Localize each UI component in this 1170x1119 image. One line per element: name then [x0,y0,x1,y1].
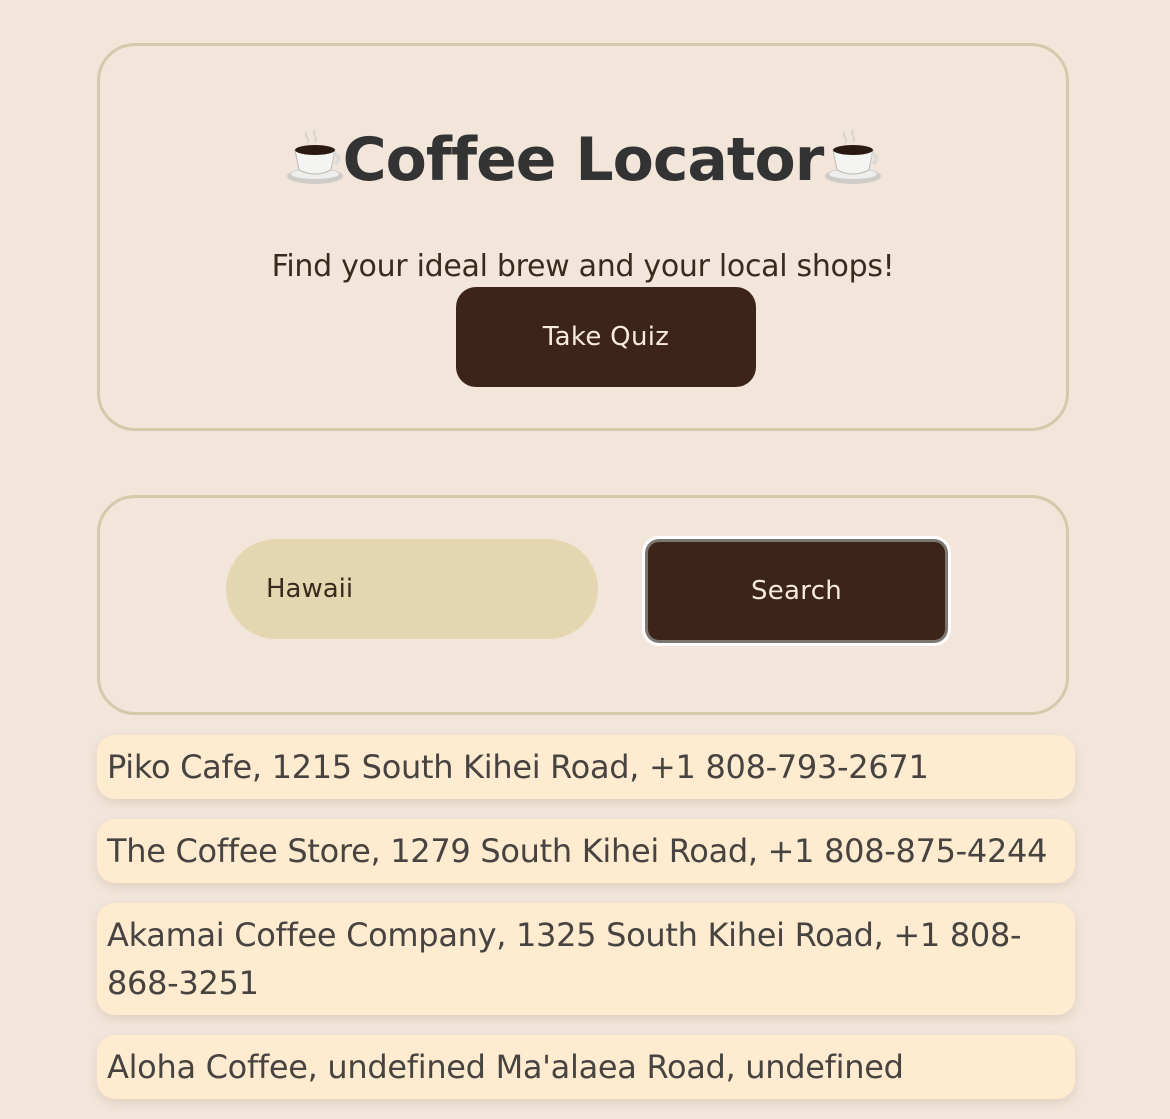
location-search-input[interactable] [226,539,598,639]
result-item[interactable]: Aloha Coffee, undefined Ma'alaea Road, u… [97,1035,1075,1099]
hero-card: Coffee Locator Find your ideal brew and … [97,43,1069,431]
search-button[interactable]: Search [642,536,951,646]
result-item[interactable]: Akamai Coffee Company, 1325 South Kihei … [97,903,1075,1015]
hot-beverage-icon [285,128,343,186]
title-text: Coffee Locator [342,125,825,195]
result-item[interactable]: The Coffee Store, 1279 South Kihei Road,… [97,819,1075,883]
results-list: Piko Cafe, 1215 South Kihei Road, +1 808… [97,735,1075,1119]
search-card: Search [97,495,1069,715]
hot-beverage-icon [823,128,882,186]
take-quiz-button[interactable]: Take Quiz [456,287,756,387]
tagline: Find your ideal brew and your local shop… [271,249,895,284]
result-item[interactable]: Piko Cafe, 1215 South Kihei Road, +1 808… [97,735,1075,799]
page-title: Coffee Locator [100,124,1066,196]
